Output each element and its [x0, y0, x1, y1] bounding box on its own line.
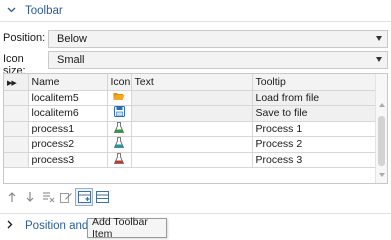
icon-size-select[interactable]: Small: [48, 51, 388, 69]
add-separator-icon[interactable]: [94, 189, 110, 205]
table-row[interactable]: process1 Process 1: [4, 121, 377, 137]
column-header-text[interactable]: Text: [131, 74, 253, 91]
cell-tooltip[interactable]: Save to file: [252, 105, 377, 122]
cell-tooltip[interactable]: Process 2: [252, 136, 377, 153]
cell-tooltip[interactable]: Load from file: [252, 90, 377, 106]
move-up-icon[interactable]: [4, 189, 20, 205]
double-arrow-icon: ▶▶: [7, 79, 17, 87]
row-header[interactable]: [4, 121, 29, 137]
cell-text[interactable]: [131, 90, 253, 106]
scroll-up-icon[interactable]: [379, 103, 385, 107]
cell-text[interactable]: [131, 121, 253, 137]
toolbar-items-table[interactable]: ▶▶ Name Icon Text Tooltip localitem5 Loa…: [3, 73, 388, 184]
chevron-right-icon: [7, 220, 19, 232]
edit-icon[interactable]: [58, 189, 74, 205]
cell-name[interactable]: localitem5: [28, 90, 108, 106]
position-size-section-header[interactable]: Position and S: [0, 213, 391, 237]
table-row[interactable]: process2 Process 2: [4, 136, 377, 153]
dropdown-caret-icon: [376, 57, 382, 62]
tooltip-text: Add Toolbar Item: [92, 216, 148, 240]
cell-tooltip[interactable]: Process 1: [252, 121, 377, 137]
cell-tooltip[interactable]: Process 3: [252, 152, 377, 168]
position-label: Position:: [3, 32, 46, 44]
vertical-scrollbar[interactable]: [375, 74, 387, 183]
column-header-tooltip[interactable]: Tooltip: [252, 74, 377, 91]
row-header[interactable]: [4, 90, 29, 106]
move-down-icon[interactable]: [22, 189, 38, 205]
flask-teal-icon[interactable]: [107, 136, 132, 153]
cell-text[interactable]: [131, 105, 253, 122]
cell-text[interactable]: [131, 152, 253, 168]
column-header-icon[interactable]: Icon: [107, 74, 132, 91]
position-value: Below: [57, 33, 87, 45]
add-toolbar-item-icon[interactable]: [75, 188, 93, 206]
table-row[interactable]: localitem5 Load from file: [4, 90, 377, 106]
table-header-row: ▶▶ Name Icon Text Tooltip: [4, 74, 377, 91]
tooltip: Add Toolbar Item: [87, 216, 167, 240]
flask-green-icon[interactable]: [107, 121, 132, 137]
cell-name[interactable]: process1: [28, 121, 108, 137]
section-title: Toolbar: [25, 4, 63, 17]
row-header[interactable]: [4, 136, 29, 153]
flask-red-icon[interactable]: [107, 152, 132, 168]
select-all-corner[interactable]: ▶▶: [4, 74, 29, 91]
cell-name[interactable]: localitem6: [28, 105, 108, 122]
position-select[interactable]: Below: [48, 30, 388, 48]
cell-name[interactable]: process2: [28, 136, 108, 153]
icon-size-value: Small: [57, 54, 85, 66]
scroll-thumb[interactable]: [378, 116, 385, 166]
toolbar-section-header[interactable]: Toolbar: [0, 0, 391, 22]
folder-open-icon[interactable]: [107, 90, 132, 106]
scroll-down-icon[interactable]: [379, 173, 385, 177]
table-toolbar: [4, 188, 110, 206]
table-row[interactable]: process3 Process 3: [4, 152, 377, 168]
delete-rows-icon[interactable]: [40, 189, 56, 205]
row-header[interactable]: [4, 152, 29, 168]
cell-name[interactable]: process3: [28, 152, 108, 168]
chevron-down-icon: [7, 5, 19, 16]
column-header-name[interactable]: Name: [28, 74, 108, 91]
dropdown-caret-icon: [376, 36, 382, 41]
cell-text[interactable]: [131, 136, 253, 153]
table-row[interactable]: localitem6 Save to file: [4, 105, 377, 122]
save-disk-icon[interactable]: [107, 105, 132, 122]
row-header[interactable]: [4, 105, 29, 122]
